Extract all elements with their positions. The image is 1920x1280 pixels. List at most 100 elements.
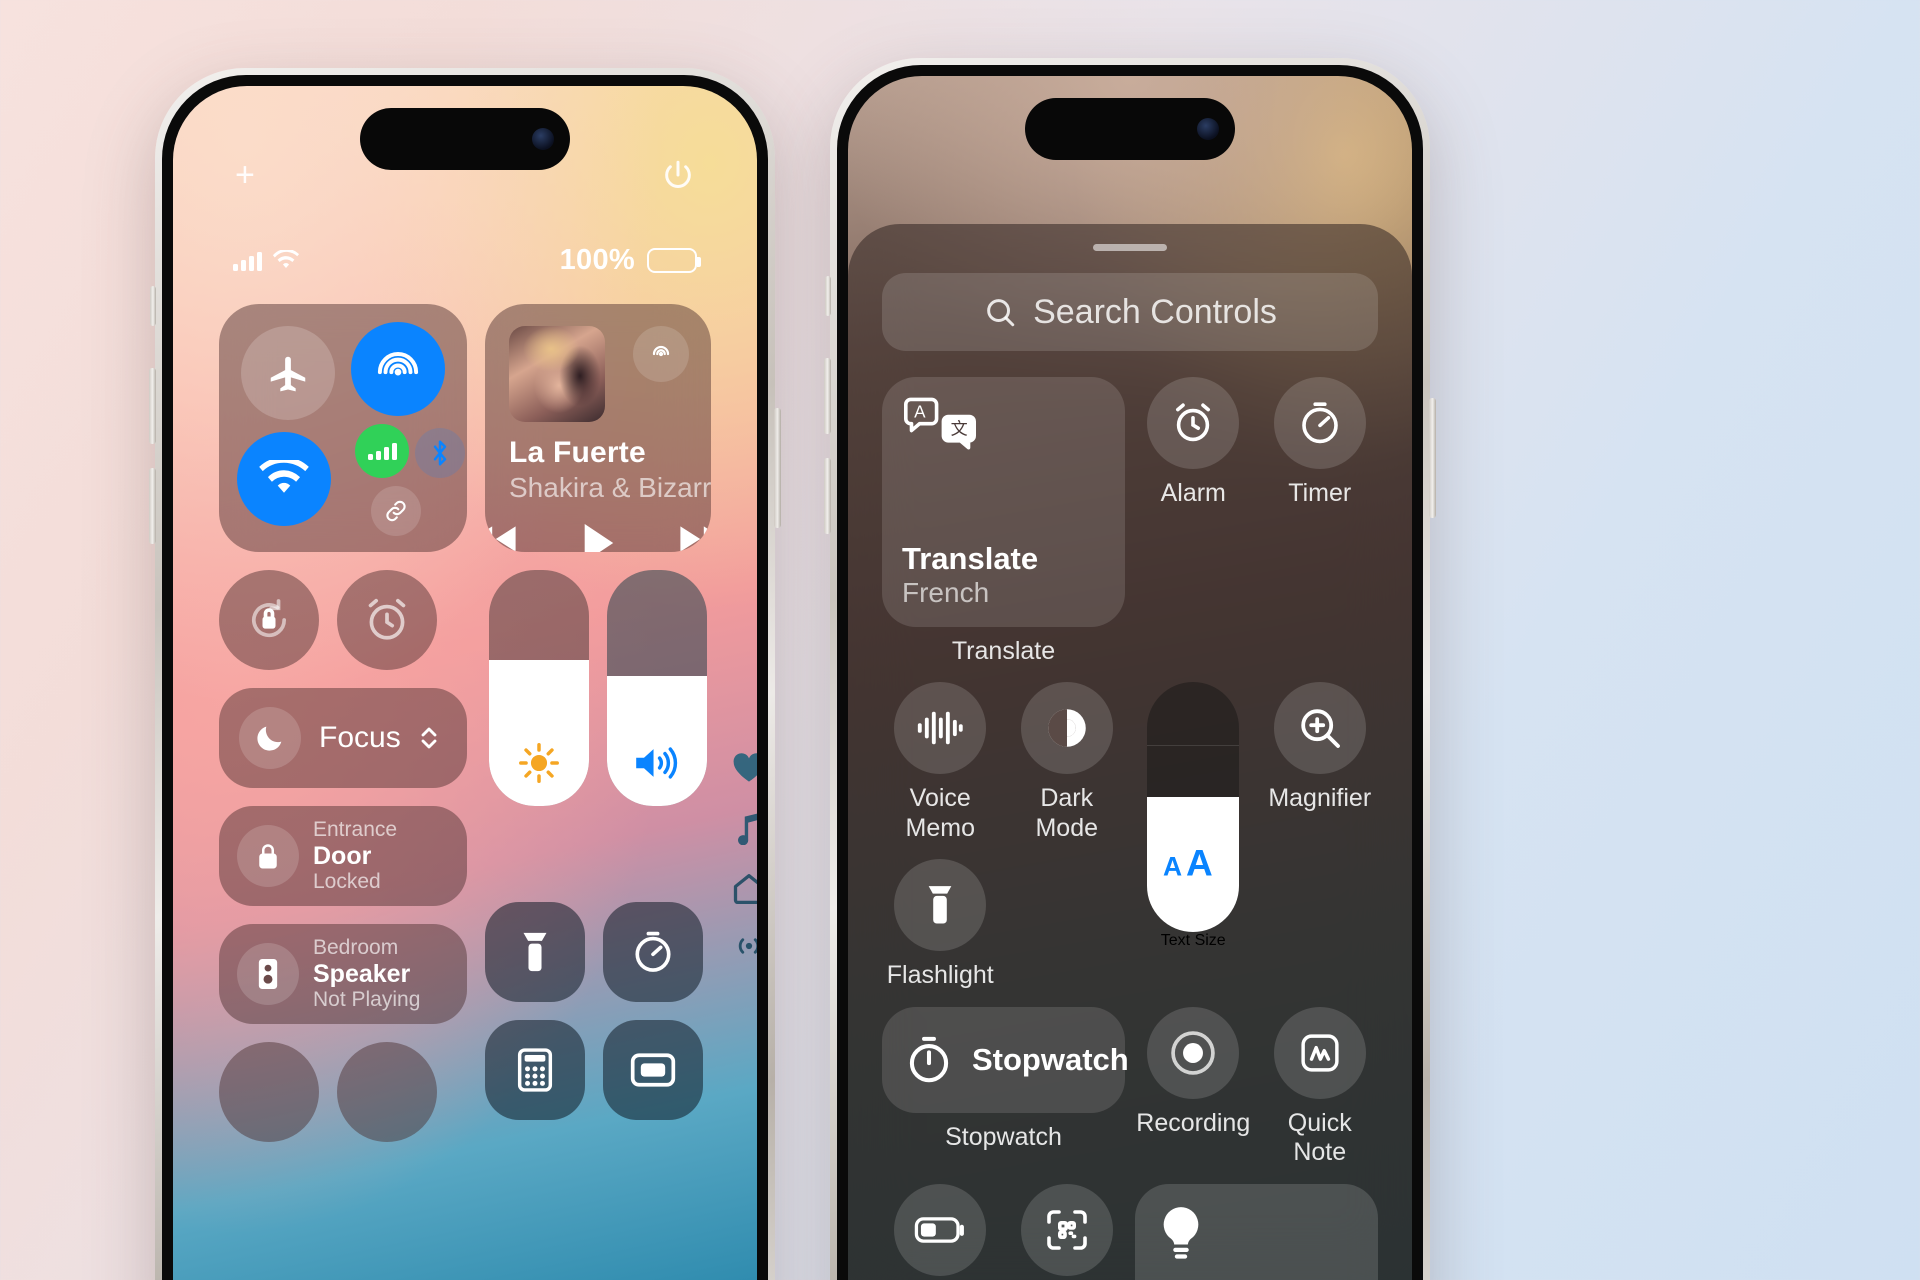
alarm-caption: Alarm — [1160, 479, 1226, 507]
control-text-size[interactable]: AA Text Size — [1135, 682, 1252, 991]
phone-left: + 100% La Fuerte Shakira & Bizarr Focus … — [149, 68, 781, 1280]
focus-label: Focus — [319, 721, 401, 754]
rewind-icon[interactable] — [485, 520, 521, 552]
home-card-room: Entrance — [313, 818, 398, 842]
album-artwork — [509, 326, 605, 422]
flashlight-button[interactable] — [485, 902, 585, 1002]
airdrop-button[interactable] — [351, 322, 445, 416]
bluetooth-button[interactable] — [415, 428, 465, 478]
control-scan-code[interactable]: Scan Code — [1009, 1183, 1126, 1280]
flashlight-caption: Flashlight — [886, 961, 994, 989]
search-placeholder: Search Controls — [1033, 292, 1277, 331]
battery-full-icon — [647, 248, 701, 273]
focus-button[interactable]: Focus — [219, 688, 467, 788]
cellular-data-button[interactable] — [355, 424, 409, 478]
timer-button[interactable] — [603, 902, 703, 1002]
control-flashlight[interactable]: Flashlight — [882, 859, 999, 991]
control-translate[interactable]: A 文 Translate French Translate — [882, 377, 1125, 666]
alarm-clock-icon[interactable] — [337, 570, 437, 670]
wifi-icon — [272, 250, 300, 271]
text-size-icon: AA — [1163, 845, 1223, 885]
brightness-sun-icon — [519, 743, 559, 783]
battery-percent: 100% — [559, 244, 635, 276]
extra-control-b[interactable] — [337, 1042, 437, 1142]
wifi-button[interactable] — [237, 432, 331, 526]
control-recording[interactable]: Recording — [1135, 1006, 1252, 1168]
screen-mirroring-button[interactable] — [603, 1020, 703, 1120]
front-camera-icon — [1197, 118, 1219, 140]
home-card-bedroom-speaker[interactable]: Bedroom Speaker Not Playing — [219, 924, 467, 1024]
lock-icon — [237, 825, 299, 887]
home-card-state: Not Playing — [313, 988, 421, 1011]
home-card-entrance-door[interactable]: Entrance Door Locked — [219, 806, 467, 906]
play-icon[interactable] — [579, 520, 617, 552]
power-button-hardware[interactable] — [1429, 398, 1436, 518]
phone-left-bezel: + 100% La Fuerte Shakira & Bizarr Focus … — [162, 75, 768, 1280]
front-camera-icon — [532, 128, 554, 150]
flashlight-icon — [894, 859, 987, 951]
personal-hotspot-button[interactable] — [371, 486, 421, 536]
left-column: Focus Entrance Door Locked Bedroom Speak… — [219, 570, 467, 1142]
dynamic-island — [1025, 98, 1235, 160]
music-note-icon[interactable] — [734, 811, 757, 845]
controls-sheet: Search Controls A 文 Translate French Tra… — [848, 224, 1412, 1280]
control-quick-note[interactable]: Quick Note — [1262, 1006, 1379, 1168]
volume-down-button[interactable] — [149, 468, 156, 544]
home-card-device: Speaker — [313, 960, 411, 988]
translate-subtitle: French — [902, 577, 990, 608]
transport-controls — [485, 520, 711, 552]
volume-up-button[interactable] — [149, 368, 156, 444]
volume-up-button[interactable] — [824, 358, 831, 434]
quick-note-icon — [1273, 1006, 1366, 1099]
house-icon[interactable] — [731, 871, 757, 905]
control-low-power-mode[interactable]: Low Power Mode — [882, 1183, 999, 1280]
control-alarm[interactable]: Alarm — [1135, 377, 1252, 666]
translate-caption: Translate — [951, 637, 1056, 665]
control-magnifier[interactable]: Magnifier — [1262, 682, 1379, 843]
hearing-icon[interactable] — [732, 931, 757, 961]
text-size-slider[interactable]: AA — [1147, 682, 1240, 932]
brightness-slider[interactable] — [489, 570, 589, 806]
home-card-device: Door — [313, 842, 372, 870]
connectivity-tile[interactable] — [219, 304, 467, 552]
control-center-grid: La Fuerte Shakira & Bizarrap — [219, 304, 757, 1160]
dark-mode-icon — [1020, 682, 1113, 774]
mute-switch[interactable] — [825, 276, 831, 316]
home-card-room: Bedroom — [313, 936, 399, 960]
control-timer[interactable]: Timer — [1262, 377, 1379, 666]
volume-down-button[interactable] — [824, 458, 831, 534]
power-icon[interactable] — [661, 158, 695, 192]
control-scene-or-accessory[interactable]: Scene or — [1135, 1183, 1378, 1280]
control-voice-memo[interactable]: Voice Memo — [882, 682, 999, 843]
translate-title: Translate — [902, 541, 1039, 576]
extra-control-a[interactable] — [219, 1042, 319, 1142]
control-stopwatch[interactable]: Stopwatch Stopwatch — [882, 1006, 1129, 1168]
calculator-button[interactable] — [485, 1020, 585, 1120]
rotation-lock-button[interactable] — [219, 570, 319, 670]
volume-slider[interactable] — [607, 570, 707, 806]
chevron-up-down-icon[interactable] — [419, 723, 439, 753]
airplane-mode-button[interactable] — [241, 326, 335, 420]
waveform-icon — [894, 682, 987, 774]
sheet-grabber[interactable] — [1093, 244, 1167, 251]
power-button-hardware[interactable] — [774, 408, 781, 528]
airplay-audio-icon[interactable] — [633, 326, 689, 382]
control-dark-mode[interactable]: Dark Mode — [1009, 682, 1126, 843]
now-playing-tile[interactable]: La Fuerte Shakira & Bizarrap — [485, 304, 711, 552]
svg-text:文: 文 — [951, 420, 968, 439]
mute-switch[interactable] — [150, 286, 156, 326]
status-bar: 100% — [173, 244, 757, 277]
home-card-text: Bedroom Speaker Not Playing — [313, 936, 420, 1011]
fast-forward-icon[interactable] — [675, 520, 711, 552]
translate-icon: A 文 — [902, 395, 1105, 457]
search-controls-bar[interactable]: Search Controls — [882, 273, 1378, 351]
text-size-caption: Text Size — [1160, 932, 1226, 949]
speaker-icon — [237, 943, 299, 1005]
stopwatch-caption: Stopwatch — [945, 1122, 1062, 1151]
timer-caption: Timer — [1288, 479, 1352, 507]
svg-text:A: A — [1186, 845, 1213, 884]
cc-row-1: La Fuerte Shakira & Bizarrap — [219, 304, 711, 552]
heart-icon[interactable] — [731, 751, 757, 785]
phone-right: Search Controls A 文 Translate French Tra… — [824, 58, 1436, 1280]
add-control-icon[interactable]: + — [235, 158, 255, 192]
